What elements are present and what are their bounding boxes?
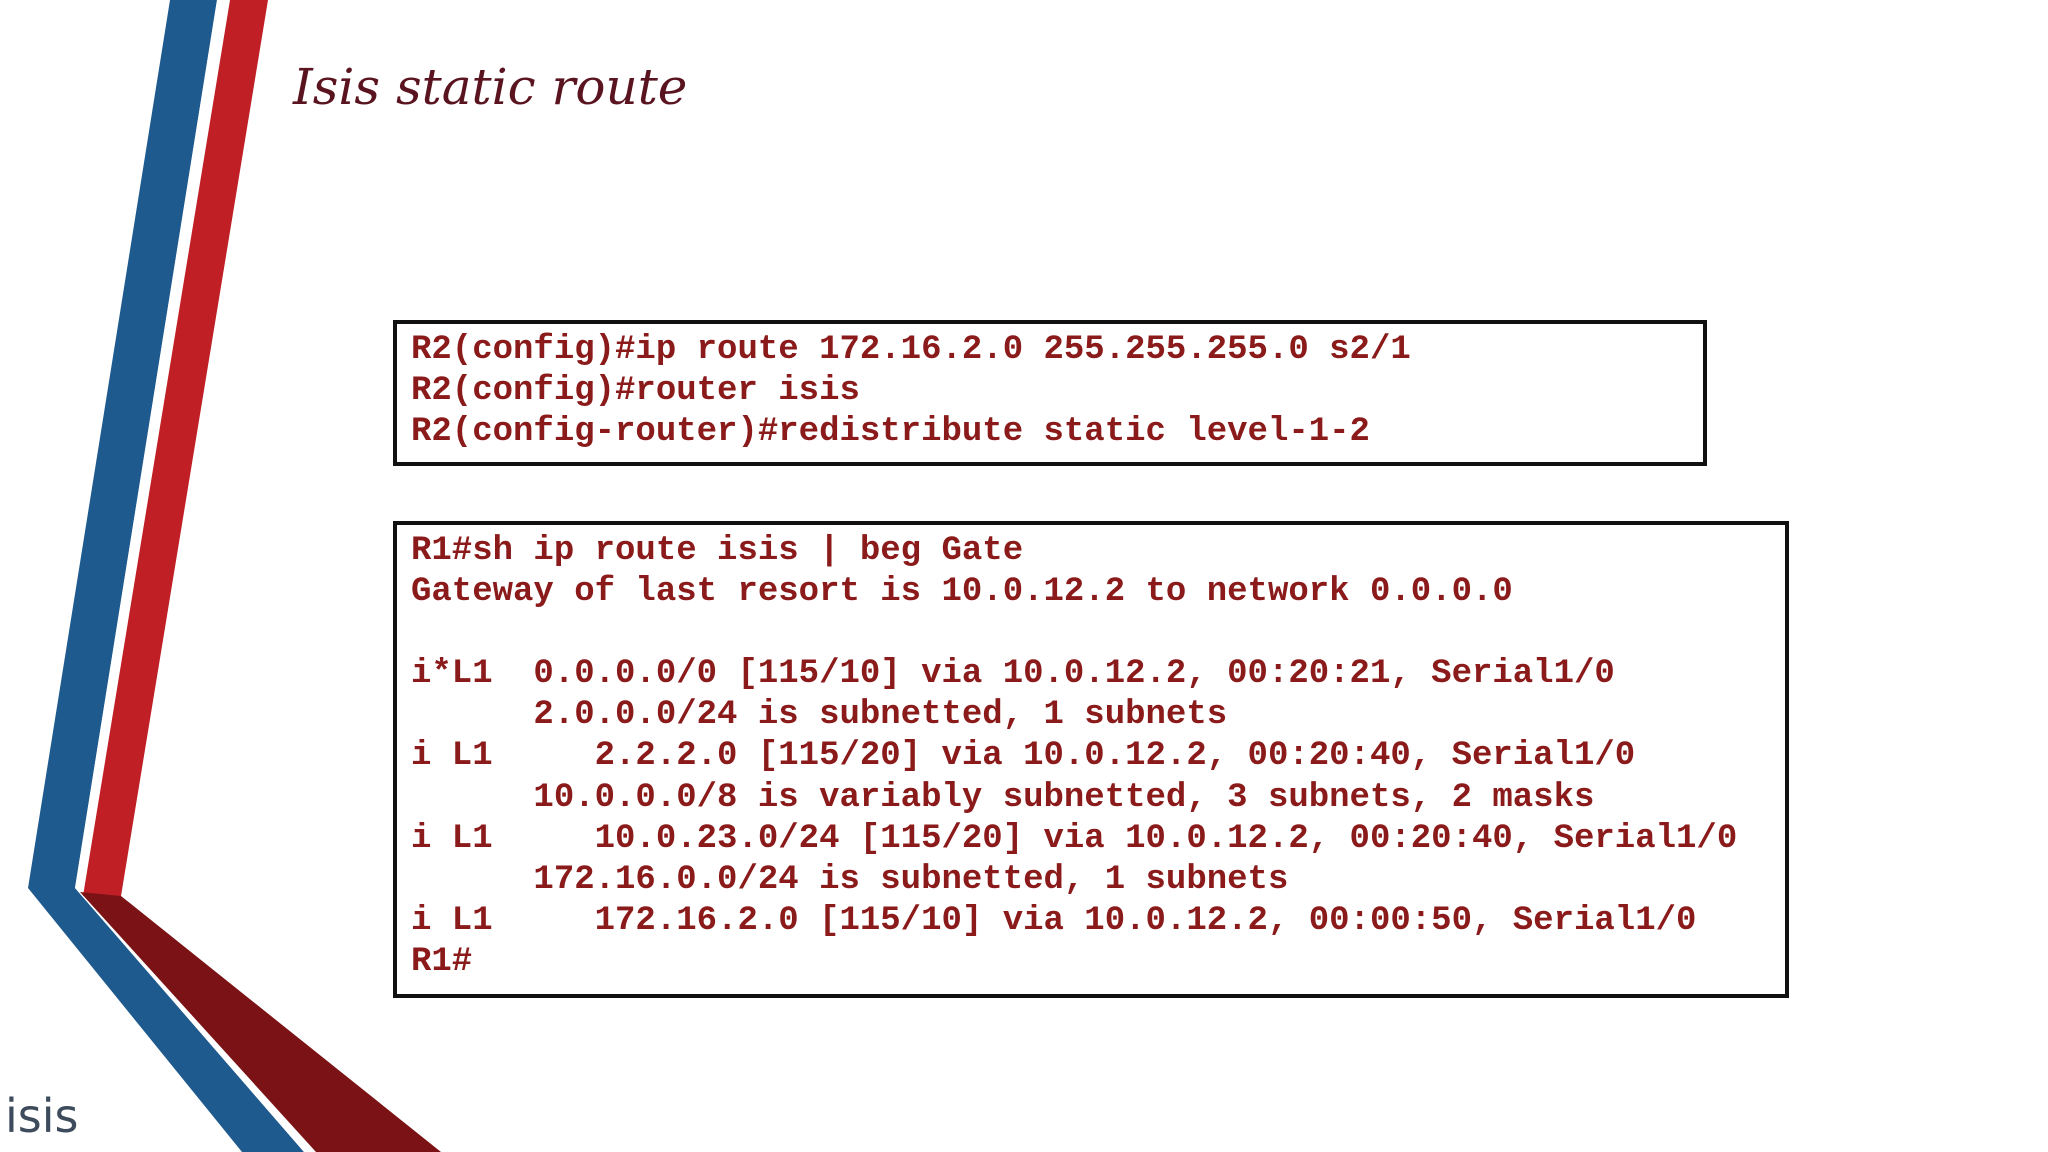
slide-title: Isis static route (293, 58, 688, 116)
route-output-box: R1#sh ip route isis | beg Gate Gateway o… (393, 521, 1789, 998)
config-line: R2(config-router)#redistribute static le… (411, 413, 1370, 452)
output-line: 10.0.0.0/8 is variably subnetted, 3 subn… (411, 778, 1595, 817)
output-line: R1#sh ip route isis | beg Gate (411, 532, 1024, 570)
output-line: i L1 2.2.2.0 [115/20] via 10.0.12.2, 00:… (411, 737, 1636, 776)
output-line: i*L1 0.0.0.0/0 [115/10] via 10.0.12.2, 0… (411, 655, 1615, 694)
output-line: i L1 10.0.23.0/24 [115/20] via 10.0.12.2… (411, 819, 1738, 858)
output-line: 2.0.0.0/24 is subnetted, 1 subnets (411, 696, 1228, 735)
config-commands-box: R2(config)#ip route 172.16.2.0 255.255.2… (393, 320, 1707, 466)
output-line: Gateway of last resort is 10.0.12.2 to n… (411, 573, 1513, 612)
footer-label: isis (5, 1089, 79, 1143)
slide: Isis static route R2(config)#ip route 17… (0, 0, 2048, 1152)
output-line: i L1 172.16.2.0 [115/10] via 10.0.12.2, … (411, 901, 1697, 940)
config-line: R2(config)#router isis (411, 372, 860, 411)
config-line: R2(config)#ip route 172.16.2.0 255.255.2… (411, 331, 1411, 369)
output-line: R1# (411, 942, 473, 981)
output-line: 172.16.0.0/24 is subnetted, 1 subnets (411, 860, 1289, 899)
